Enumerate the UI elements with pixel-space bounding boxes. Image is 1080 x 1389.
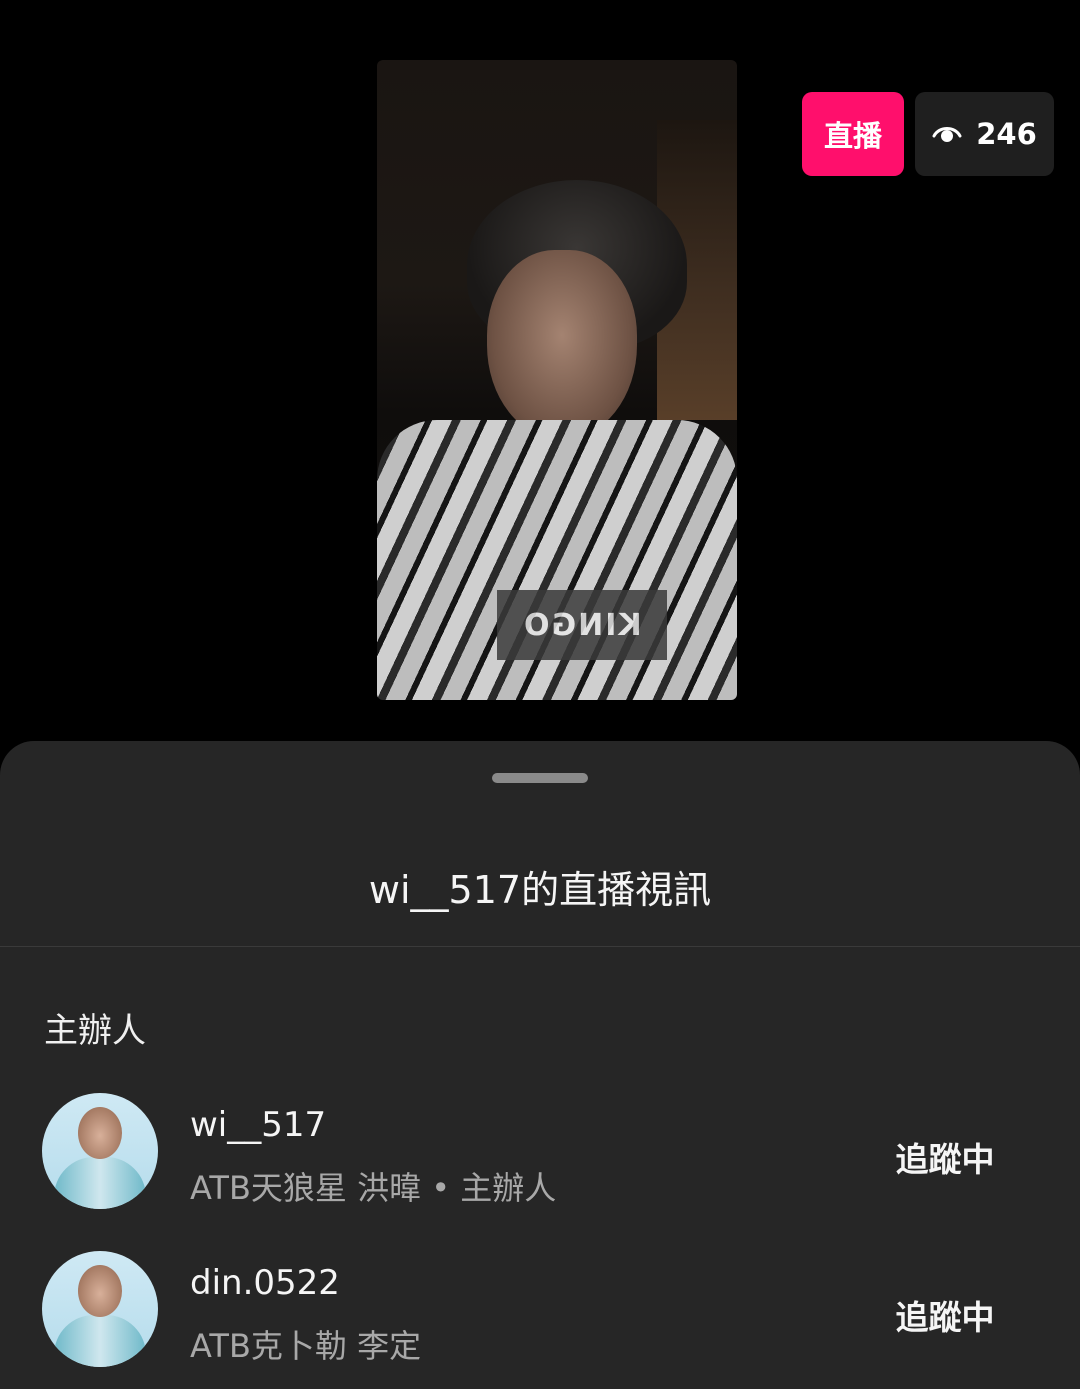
streamer-face [487, 250, 637, 440]
sheet-title: wi__517的直播視訊 [368, 868, 712, 912]
section-label-hosts: 主辦人 [44, 1011, 146, 1051]
following-button[interactable]: 追蹤中 [880, 1291, 1010, 1339]
guest-row[interactable]: din.0522 ATB克卜勒 李定 追蹤中 [0, 1251, 1080, 1371]
avatar[interactable] [42, 1093, 158, 1209]
eye-icon [932, 127, 962, 142]
avatar[interactable] [42, 1251, 158, 1367]
sheet-drag-handle[interactable] [492, 773, 588, 783]
avatar-body [54, 1315, 146, 1367]
host-username[interactable]: wi__517 [190, 1105, 326, 1145]
avatar-head [78, 1107, 122, 1159]
viewer-count: 246 [976, 117, 1037, 151]
divider [0, 946, 1080, 947]
avatar-head [78, 1265, 122, 1317]
live-badge-label: 直播 [823, 119, 882, 153]
host-row[interactable]: wi__517 ATB天狼星 洪暐 • 主辦人 追蹤中 [0, 1093, 1080, 1213]
live-info-sheet: wi__517的直播視訊 主辦人 wi__517 ATB天狼星 洪暐 • 主辦人… [0, 741, 1080, 1389]
shirt-logo-text: KINGO [522, 607, 642, 643]
viewer-count-badge[interactable]: 246 [915, 92, 1054, 176]
live-video-screen: KINGO 直播 246 wi__517的直播視訊 主辦人 wi__517 AT… [0, 0, 1080, 1389]
following-button[interactable]: 追蹤中 [880, 1133, 1010, 1181]
guest-username[interactable]: din.0522 [190, 1263, 340, 1303]
avatar-body [54, 1157, 146, 1209]
host-subtitle: ATB天狼星 洪暐 • 主辦人 [190, 1169, 557, 1207]
live-badge: 直播 [802, 92, 904, 176]
shirt-logo: KINGO [497, 590, 667, 660]
guest-subtitle: ATB克卜勒 李定 [190, 1327, 422, 1365]
live-video-frame[interactable]: KINGO [377, 60, 737, 700]
